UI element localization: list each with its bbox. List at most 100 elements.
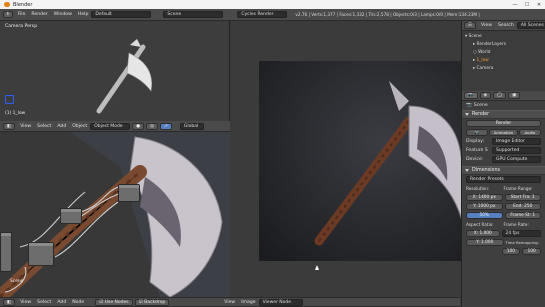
mouse-cursor-icon	[315, 265, 319, 270]
menu-node-node[interactable]: Node	[72, 300, 84, 305]
editor-type-3d-button[interactable]: ◧	[3, 122, 16, 130]
remap-old-field[interactable]: 100	[501, 248, 521, 255]
blender-logo-icon	[4, 2, 10, 7]
remap-new-field[interactable]: 100	[522, 248, 541, 255]
viewer-node-select[interactable]: Viewer Node	[258, 298, 303, 306]
window-title: Blender	[13, 1, 33, 8]
display-select[interactable]: Image Editor	[492, 138, 541, 145]
node-editor[interactable]: Scene	[0, 132, 230, 297]
tree-item-renderlayers[interactable]: ▸ RenderLayers	[465, 41, 542, 49]
outliner-menu-view[interactable]: View	[481, 23, 492, 28]
axe-model-preview	[96, 39, 152, 114]
start-frame-field[interactable]: Start Fra: 1	[504, 194, 541, 201]
object-label: (1) 1_low	[5, 111, 26, 116]
orientation-select[interactable]: Global	[179, 122, 204, 130]
manipulator-button[interactable]: ↗	[160, 122, 172, 130]
menu-select-3d[interactable]: Select	[37, 124, 51, 129]
menu-add-node[interactable]: Add	[57, 300, 66, 305]
render-result-image	[259, 61, 462, 261]
tree-item-world[interactable]: ○ World	[465, 49, 542, 57]
camera-viewport[interactable]: Camera Persp (1) 1_low	[0, 21, 230, 121]
scene-select[interactable]: Scene	[163, 11, 224, 18]
menu-select-node[interactable]: Select	[37, 300, 51, 305]
screen-layout-select[interactable]: Default	[91, 11, 152, 18]
menu-view-node[interactable]: View	[20, 300, 31, 305]
render-engine-select[interactable]: Cycles Render	[237, 11, 288, 18]
tree-item-scene[interactable]: ▾ Scene	[465, 33, 542, 41]
node-texture[interactable]	[60, 208, 82, 224]
outliner: ☰ View Search All Scenes ▾ Scene ▸ Rende…	[461, 21, 545, 91]
resolution-percent-field[interactable]: 50%	[466, 212, 503, 219]
context-row: 📷 Scene	[462, 101, 545, 110]
outliner-tree: ▾ Scene ▸ RenderLayers ○ World ▸ 1_low ▸…	[462, 31, 545, 75]
menu-window[interactable]: Window	[54, 12, 72, 17]
feature-set-label: Feature S	[466, 148, 488, 153]
outliner-header: ☰ View Search All Scenes	[462, 21, 545, 31]
object-tab-icon[interactable]: ▣	[508, 92, 521, 99]
node-bump[interactable]	[28, 242, 54, 266]
editor-type-button[interactable]: ℹ	[3, 11, 13, 18]
axis-gizmo-icon	[5, 95, 14, 104]
device-label: Device:	[466, 157, 484, 162]
aspect-x-field[interactable]: X: 1.000	[466, 230, 500, 237]
shading-button[interactable]: ●	[132, 122, 145, 130]
frame-rate-select[interactable]: 24 fps	[501, 230, 541, 237]
pivot-button[interactable]: ◎	[146, 122, 159, 130]
menu-object-3d[interactable]: Object	[72, 124, 87, 129]
render-tab-icon[interactable]: 📷	[464, 92, 478, 99]
frame-step-field[interactable]: Frame St: 1	[504, 212, 541, 219]
node-scene-label: Scene	[10, 279, 24, 284]
render-still-button[interactable]: 📷	[466, 129, 489, 136]
tree-item-1-low[interactable]: ▸ 1_low	[465, 57, 542, 65]
bottom-header: ◧ View Select Add Node ☑ Use Nodes ☑ Bac…	[0, 297, 460, 307]
context-icon: 📷	[466, 103, 472, 108]
viewport-label: Camera Persp	[5, 24, 38, 29]
node-mix[interactable]	[118, 184, 140, 202]
render-presets-select[interactable]: Render Presets	[466, 176, 541, 183]
menu-add-3d[interactable]: Add	[57, 124, 66, 129]
render-section-header[interactable]: Render	[462, 110, 545, 119]
editor-type-node-button[interactable]: ◧	[3, 298, 16, 306]
time-remapping-label: Time Remapping:	[505, 240, 539, 245]
feature-set-select[interactable]: Supported	[492, 147, 541, 154]
image-editor[interactable]	[231, 21, 462, 297]
node-image-left[interactable]	[0, 232, 12, 272]
outliner-display-select[interactable]: All Scenes	[516, 22, 545, 29]
aspect-y-field[interactable]: Y: 1.000	[466, 239, 504, 246]
menu-image[interactable]: Image	[241, 300, 255, 305]
properties-tabs: 📷 ◈ ◯ ▣	[462, 91, 545, 101]
outliner-editor-button[interactable]: ☰	[464, 22, 477, 29]
outliner-menu-search[interactable]: Search	[498, 23, 514, 28]
mode-select[interactable]: Object Mode	[90, 122, 131, 130]
properties-editor: 📷 ◈ ◯ ▣ 📷 Scene Render Render 📷 Animatio…	[461, 91, 545, 307]
info-header: ℹ File Render Window Help Default Scene …	[0, 9, 545, 21]
menu-view-image[interactable]: View	[224, 300, 235, 305]
backdrop-checkbox[interactable]: ☑ Backdrop	[134, 298, 170, 306]
stats-text: v2.76 | Verts:1,377 | Faces:1,332 | Tris…	[295, 12, 480, 17]
resolution-y-field[interactable]: Y: 1000 px	[466, 203, 503, 210]
render-button[interactable]: Render	[466, 120, 541, 127]
resolution-x-field[interactable]: X: 1400 px	[466, 194, 503, 201]
end-frame-field[interactable]: End: 250	[504, 203, 541, 210]
audio-button[interactable]: Audio	[518, 129, 541, 136]
menu-render[interactable]: Render	[31, 12, 47, 17]
frame-rate-label: Frame Rate:	[503, 222, 529, 227]
world-tab-icon[interactable]: ◯	[493, 92, 507, 99]
use-nodes-checkbox[interactable]: ☑ Use Nodes	[95, 298, 133, 306]
maximize-button[interactable]: ☐	[521, 2, 533, 8]
minimize-button[interactable]: —	[509, 2, 521, 8]
resolution-label: Resolution:	[466, 186, 490, 191]
close-button[interactable]: ✕	[533, 2, 545, 8]
context-label: Scene	[473, 103, 488, 108]
scene-tab-icon[interactable]: ◈	[479, 92, 492, 99]
animation-button[interactable]: Animation	[489, 129, 518, 136]
menu-file[interactable]: File	[18, 12, 26, 17]
device-select[interactable]: GPU Compute	[492, 156, 541, 163]
aspect-ratio-label: Aspect Ratio:	[466, 222, 494, 227]
display-label: Display:	[466, 139, 485, 144]
menu-view-3d[interactable]: View	[20, 124, 31, 129]
dimensions-section-header[interactable]: Dimensions	[462, 166, 545, 175]
view3d-header: ◧ View Select Add Object Object Mode ● ◎…	[0, 121, 230, 132]
tree-item-camera[interactable]: ▸ Camera	[465, 65, 542, 73]
menu-help[interactable]: Help	[78, 12, 88, 17]
